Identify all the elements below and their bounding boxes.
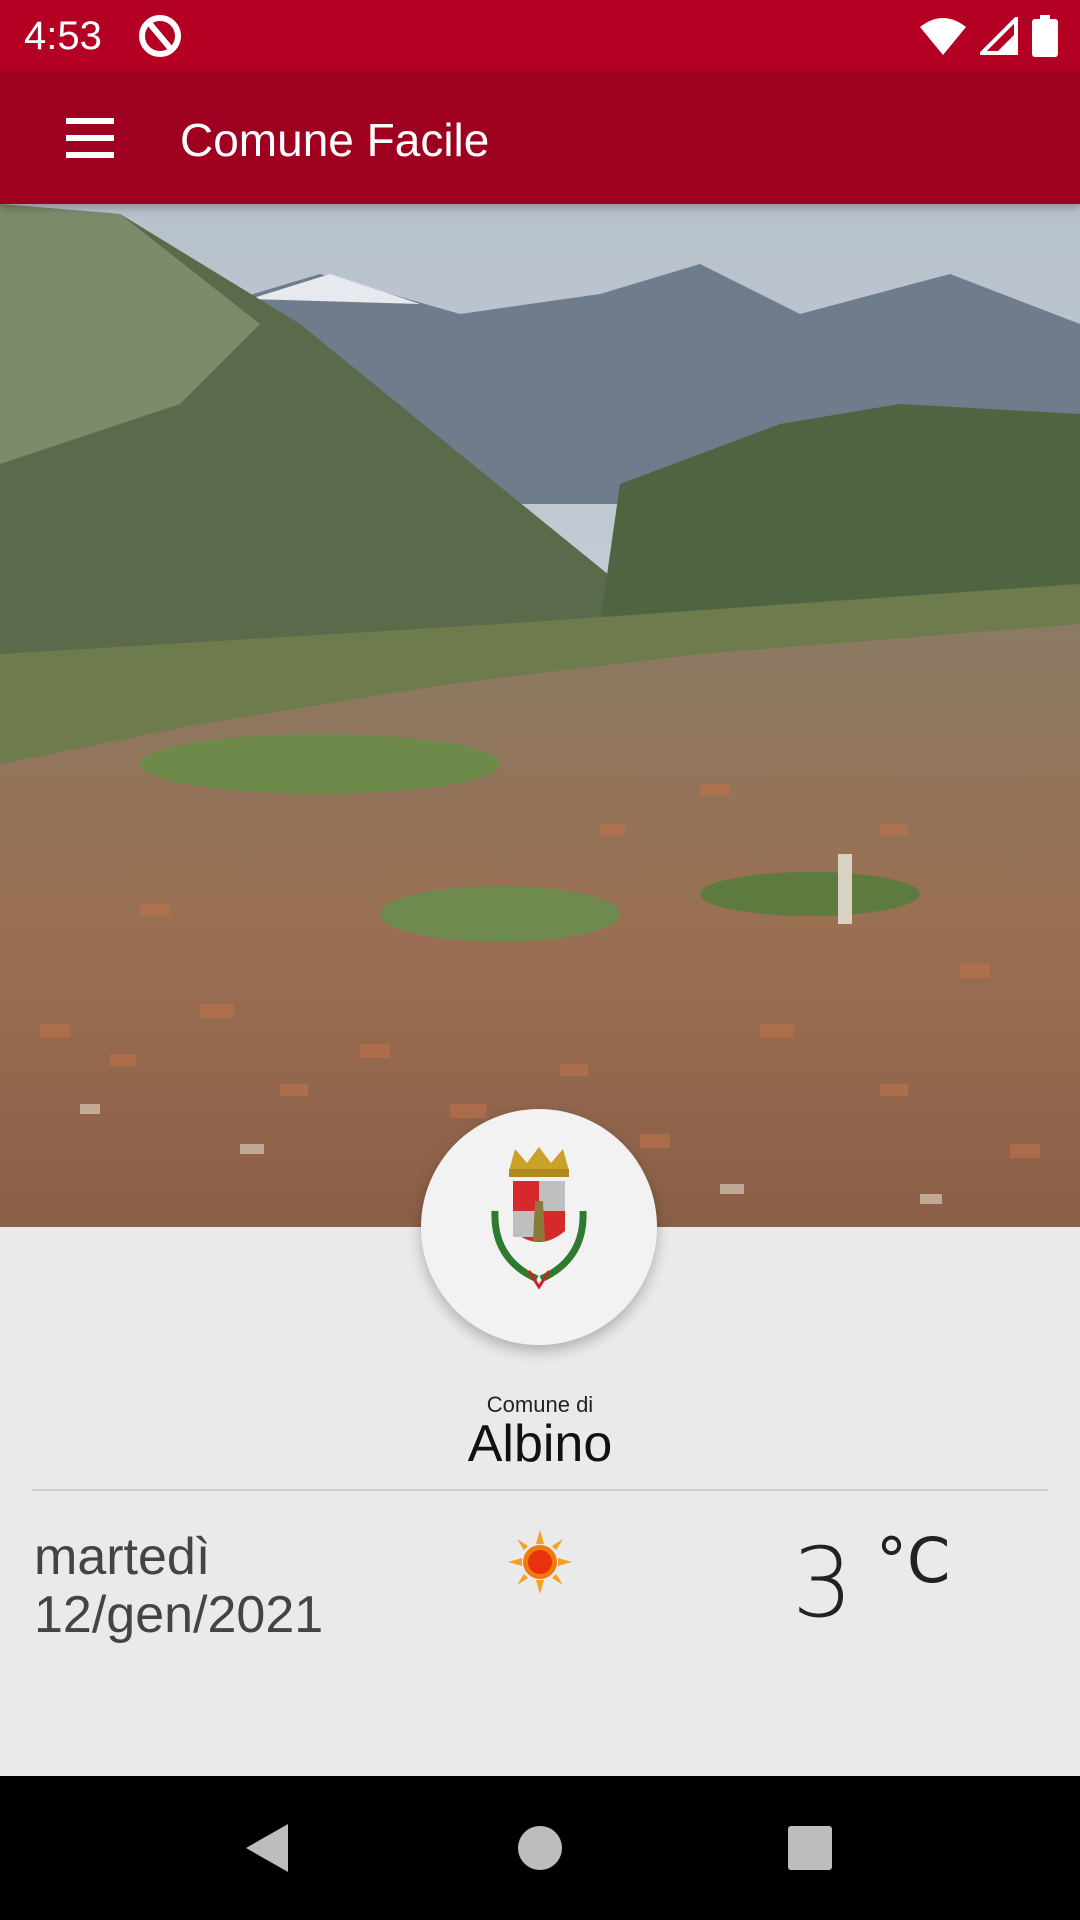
coat-of-arms-badge (421, 1109, 657, 1345)
hero-image (0, 204, 1080, 1227)
sun-icon (508, 1530, 572, 1594)
temperature-value: 3 (792, 1527, 854, 1639)
status-bar: 4:53 (0, 0, 1080, 72)
landscape-photo (0, 204, 1080, 1227)
battery-icon (1032, 15, 1058, 57)
coat-of-arms-icon (491, 1147, 587, 1289)
status-icons (920, 14, 1058, 58)
weather-date: 12/gen/2021 (34, 1586, 324, 1644)
app-status-icon (139, 15, 181, 57)
status-time: 4:53 (24, 14, 102, 58)
temperature-unit: °C (876, 1524, 951, 1597)
back-icon[interactable] (238, 1818, 298, 1878)
signal-icon (980, 17, 1018, 55)
home-icon[interactable] (510, 1818, 570, 1878)
menu-button[interactable] (52, 108, 128, 168)
hamburger-menu-icon (66, 118, 114, 158)
recents-icon[interactable] (780, 1818, 840, 1878)
app-bar: Comune Facile (0, 72, 1080, 204)
comune-name: Albino (467, 1415, 613, 1473)
wifi-icon (920, 18, 966, 55)
app-title: Comune Facile (180, 114, 490, 166)
divider (32, 1489, 1048, 1491)
date-block: martedì 12/gen/2021 (34, 1528, 323, 1644)
system-nav-bar (0, 1776, 1080, 1920)
weather-day: martedì (34, 1528, 211, 1586)
